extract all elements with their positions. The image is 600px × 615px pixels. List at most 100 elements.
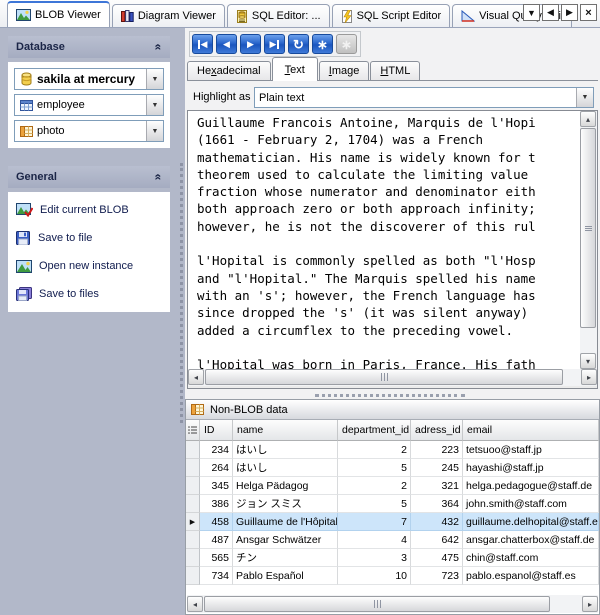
row-indicator: [186, 441, 200, 459]
sidebar: Database « sakila at mercury ▼ employee …: [0, 28, 178, 615]
prior-record-button[interactable]: ◀: [216, 34, 237, 54]
database-section-header[interactable]: Database «: [8, 36, 170, 58]
arrow-right-icon: ▶: [247, 40, 254, 49]
field-select[interactable]: photo ▼: [14, 120, 164, 142]
highlight-as-arrow[interactable]: ▼: [576, 88, 593, 107]
arrow-left-icon: ◀: [547, 7, 554, 18]
table-row[interactable]: 565 チン 3 475 chin@staff.com: [186, 549, 599, 567]
tab-blob-viewer[interactable]: BLOB Viewer: [7, 1, 110, 27]
tab-html[interactable]: HTML: [370, 61, 420, 80]
cell-email: chin@staff.com: [463, 549, 599, 567]
tab-sql-script-editor[interactable]: SQL Script Editor: [332, 4, 451, 27]
cell-adress-id: 364: [411, 495, 463, 513]
scroll-up-button[interactable]: ▴: [580, 111, 596, 127]
text-line: and "l'Hopital." The Marquis spelled his…: [197, 271, 580, 288]
current-row-indicator: ▶: [186, 513, 200, 531]
vertical-scroll-thumb[interactable]: [580, 128, 596, 328]
window-tab-bar: BLOB Viewer Diagram Viewer SQL Editor: .…: [0, 0, 600, 28]
tab-text[interactable]: Text: [272, 57, 318, 81]
table-row[interactable]: 386 ジョン スミス 5 364 john.smith@staff.com: [186, 495, 599, 513]
column-header-email[interactable]: email: [463, 420, 599, 441]
scroll-tabs-left-button[interactable]: ◀: [542, 4, 559, 21]
open-new-instance-link[interactable]: Open new instance: [14, 254, 164, 278]
scroll-tabs-right-button[interactable]: ▶: [561, 4, 578, 21]
grid-horizontal-scrollbar[interactable]: ◂ ▸: [187, 595, 598, 613]
text-line: [197, 236, 580, 253]
tab-image[interactable]: Image: [319, 61, 370, 80]
tab-sql-editor[interactable]: SQL Editor: ...: [227, 4, 330, 27]
database-icon: [15, 72, 37, 86]
table-row[interactable]: 234 はいし 2 223 tetsuoo@staff.jp: [186, 441, 599, 459]
last-record-button[interactable]: ▶: [264, 34, 285, 54]
chevron-down-icon: ▼: [152, 128, 159, 135]
view-mode-tabs: Hexadecimal Text Image HTML: [187, 57, 598, 81]
blob-viewer-window: BLOB Viewer Diagram Viewer SQL Editor: .…: [0, 0, 600, 615]
tab-list-dropdown-button[interactable]: ▼: [523, 4, 540, 21]
column-header-department-id[interactable]: department_id: [338, 420, 411, 441]
general-section-header[interactable]: General «: [8, 166, 170, 188]
column-header-name[interactable]: name: [233, 420, 338, 441]
arrow-right-icon: ▶: [566, 7, 573, 18]
edit-current-blob-link[interactable]: Edit current BLOB: [14, 198, 164, 222]
splitter-grip: [180, 163, 183, 423]
field-select-arrow[interactable]: ▼: [146, 121, 163, 141]
save-file-icon: [16, 231, 31, 245]
table-row[interactable]: 345 Helga Pädagog 2 321 helga.pedagogue@…: [186, 477, 599, 495]
scroll-left-button[interactable]: ◂: [188, 369, 204, 385]
cell-adress-id: 642: [411, 531, 463, 549]
cell-adress-id: 223: [411, 441, 463, 459]
scroll-left-button[interactable]: ◂: [187, 596, 203, 612]
blob-viewer-icon: [16, 9, 31, 21]
next-record-button[interactable]: ▶: [240, 34, 261, 54]
column-header-id[interactable]: ID: [200, 420, 233, 441]
save-to-file-link[interactable]: Save to file: [14, 226, 164, 250]
table-select[interactable]: employee ▼: [14, 94, 164, 116]
text-line: fraction whose numerator and denominator…: [197, 184, 580, 201]
cell-department-id: 5: [338, 495, 411, 513]
cell-id: 734: [200, 567, 233, 585]
tab-diagram-viewer[interactable]: Diagram Viewer: [112, 4, 225, 27]
save-to-files-link[interactable]: Save to files: [14, 282, 164, 306]
table-row[interactable]: 264 はいし 5 245 hayashi@staff.jp: [186, 459, 599, 477]
table-row[interactable]: 734 Pablo Español 10 723 pablo.espanol@s…: [186, 567, 599, 585]
scroll-right-button[interactable]: ▸: [582, 596, 598, 612]
table-orange-icon: [191, 404, 204, 415]
splitter-grip: [315, 394, 465, 397]
panel-splitter[interactable]: [185, 391, 600, 399]
refresh-icon: ↻: [293, 38, 304, 51]
table-select-arrow[interactable]: ▼: [146, 95, 163, 115]
horizontal-scroll-thumb[interactable]: [204, 596, 550, 612]
highlight-as-select[interactable]: Plain text ▼: [254, 87, 594, 108]
chevron-down-icon: ▼: [152, 76, 159, 83]
link-label: Save to files: [39, 288, 99, 300]
table-row-selected[interactable]: ▶ 458 Guillaume de l'Hôpital 7 432 guill…: [186, 513, 599, 531]
cell-department-id: 4: [338, 531, 411, 549]
tab-hexadecimal[interactable]: Hexadecimal: [187, 61, 271, 80]
scroll-right-button[interactable]: ▸: [581, 369, 597, 385]
column-header-adress-id[interactable]: adress_id: [411, 420, 463, 441]
text-vertical-scrollbar[interactable]: ▴ ▾: [580, 111, 597, 369]
record-navigation-toolbar: ◀ ◀ ▶ ▶ ↻ ∗ ∗: [189, 31, 361, 57]
scroll-left-icon: ◂: [193, 600, 197, 609]
scroll-down-button[interactable]: ▾: [580, 353, 596, 369]
text-line: l'Hopital is commonly spelled as both "l…: [197, 253, 580, 270]
grid-corner-cell[interactable]: [186, 420, 200, 441]
collapse-chevron-icon[interactable]: «: [152, 44, 166, 51]
text-horizontal-scrollbar[interactable]: ◂ ▸: [188, 369, 597, 386]
close-tab-button[interactable]: ×: [580, 4, 597, 21]
row-indicator: [186, 495, 200, 513]
arrow-right-icon: ▶: [270, 40, 277, 49]
first-record-button[interactable]: ◀: [192, 34, 213, 54]
blob-text-content[interactable]: Guillaume Francois Antoine, Marquis de l…: [188, 111, 580, 369]
horizontal-scroll-thumb[interactable]: [205, 369, 563, 385]
sidebar-splitter[interactable]: [178, 28, 185, 615]
text-line: theorem used to calculate the limiting v…: [197, 167, 580, 184]
database-select[interactable]: sakila at mercury ▼: [14, 68, 164, 90]
database-select-arrow[interactable]: ▼: [146, 69, 163, 89]
close-icon: ×: [585, 7, 591, 19]
collapse-chevron-icon[interactable]: «: [152, 174, 166, 181]
cell-department-id: 2: [338, 477, 411, 495]
load-from-file-button[interactable]: ∗: [312, 34, 333, 54]
refresh-button[interactable]: ↻: [288, 34, 309, 54]
table-row[interactable]: 487 Ansgar Schwätzer 4 642 ansgar.chatte…: [186, 531, 599, 549]
